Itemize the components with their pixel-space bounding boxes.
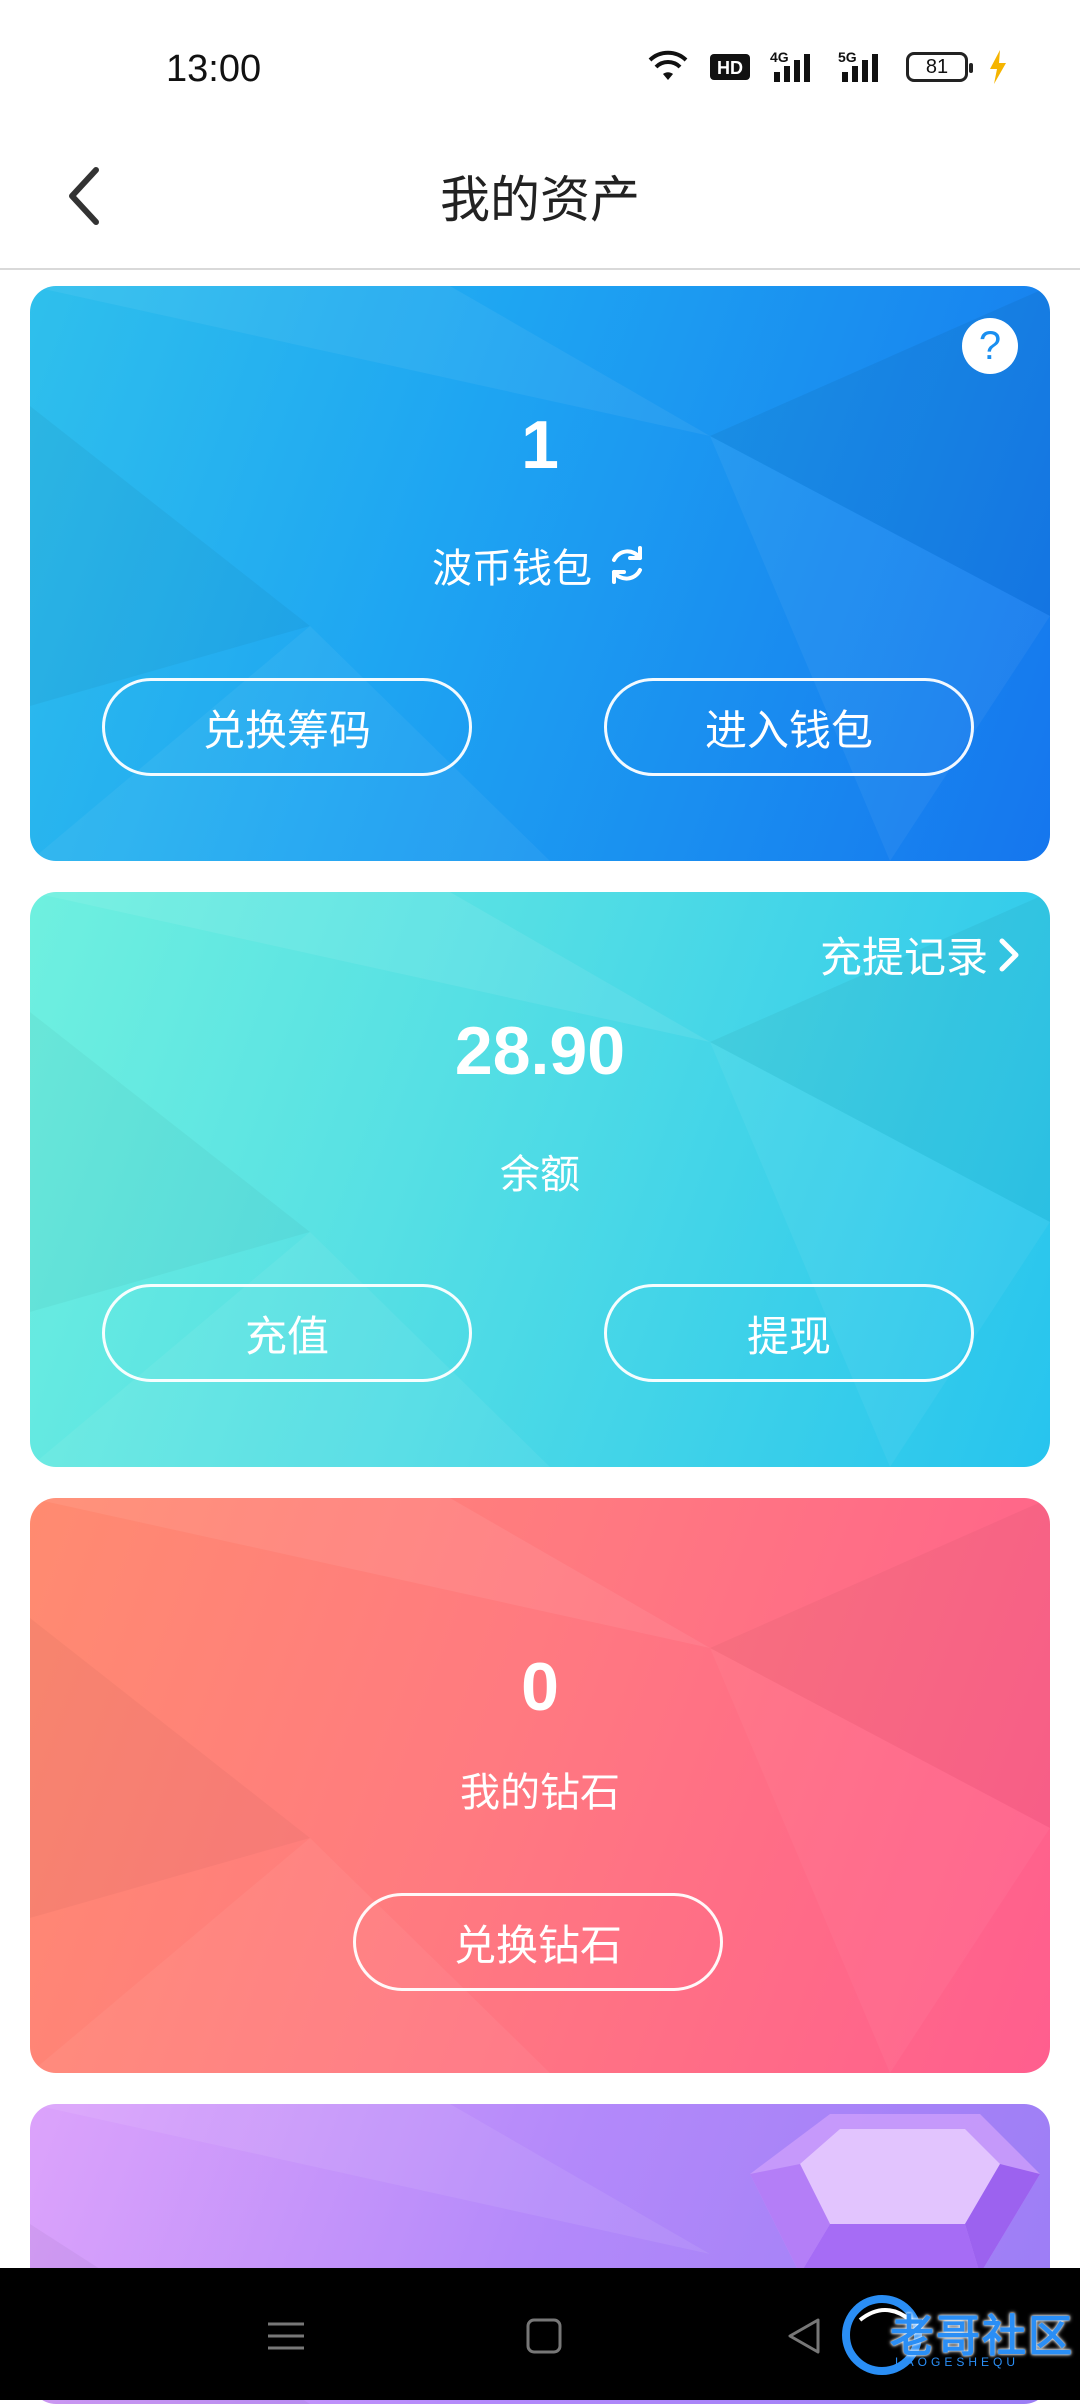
withdraw-button[interactable]: 提现 [604, 1284, 974, 1382]
charging-icon [990, 50, 1006, 84]
nav-bar: 我的资产 [0, 130, 1080, 270]
net1-label: 4G [770, 50, 789, 65]
balance-card: 充提记录 28.90 余额 充值 提现 [30, 892, 1050, 1467]
menu-icon [268, 2322, 304, 2350]
diamond-value: 0 [521, 1649, 559, 1725]
refresh-icon[interactable] [606, 544, 648, 586]
home-button[interactable] [516, 2308, 572, 2364]
status-bar: 13:00 HD 4G 5G 81 [0, 0, 1080, 130]
status-time: 13:00 [166, 48, 262, 90]
menu-button[interactable] [258, 2308, 314, 2364]
hd-label: HD [717, 58, 743, 78]
square-icon [526, 2318, 562, 2354]
back-system-button[interactable] [776, 2308, 832, 2364]
chevron-right-icon [999, 938, 1019, 971]
page-title: 我的资产 [440, 171, 640, 229]
wallet-value: 1 [521, 407, 559, 483]
battery-level: 81 [925, 55, 949, 78]
records-link-label: 充提记录 [819, 933, 988, 982]
wallet-label-row: 波币钱包 [30, 536, 1050, 594]
enter-wallet-button[interactable]: 进入钱包 [604, 678, 974, 776]
balance-value: 28.90 [454, 1013, 626, 1089]
signal-4g-icon: 4G [770, 50, 810, 82]
wifi-icon [648, 50, 688, 80]
battery-icon: 81 [906, 52, 973, 82]
triangle-left-icon [788, 2318, 820, 2354]
balance-label: 余额 [500, 1152, 580, 1198]
wallet-label: 波币钱包 [432, 546, 592, 592]
exchange-diamond-button[interactable]: 兑换钻石 [353, 1893, 723, 1991]
diamond-label: 我的钻石 [460, 1770, 620, 1816]
recharge-button[interactable]: 充值 [102, 1284, 472, 1382]
watermark-subtext: LAOGESHEQU [895, 2355, 1020, 2369]
recharge-records-link[interactable]: 充提记录 [820, 924, 1020, 985]
net2-label: 5G [838, 50, 857, 65]
status-icons: HD 4G 5G 81 [646, 50, 1008, 84]
signal-5g-icon: 5G [838, 50, 878, 82]
exchange-chips-button[interactable]: 兑换筹码 [102, 678, 472, 776]
help-icon[interactable]: ? [962, 318, 1018, 374]
hd-icon: HD [710, 54, 750, 80]
diamond-card: 0 我的钻石 兑换钻石 [30, 1498, 1050, 2073]
wallet-card: ? 1 波币钱包 兑换筹码 进入钱包 [30, 286, 1050, 861]
